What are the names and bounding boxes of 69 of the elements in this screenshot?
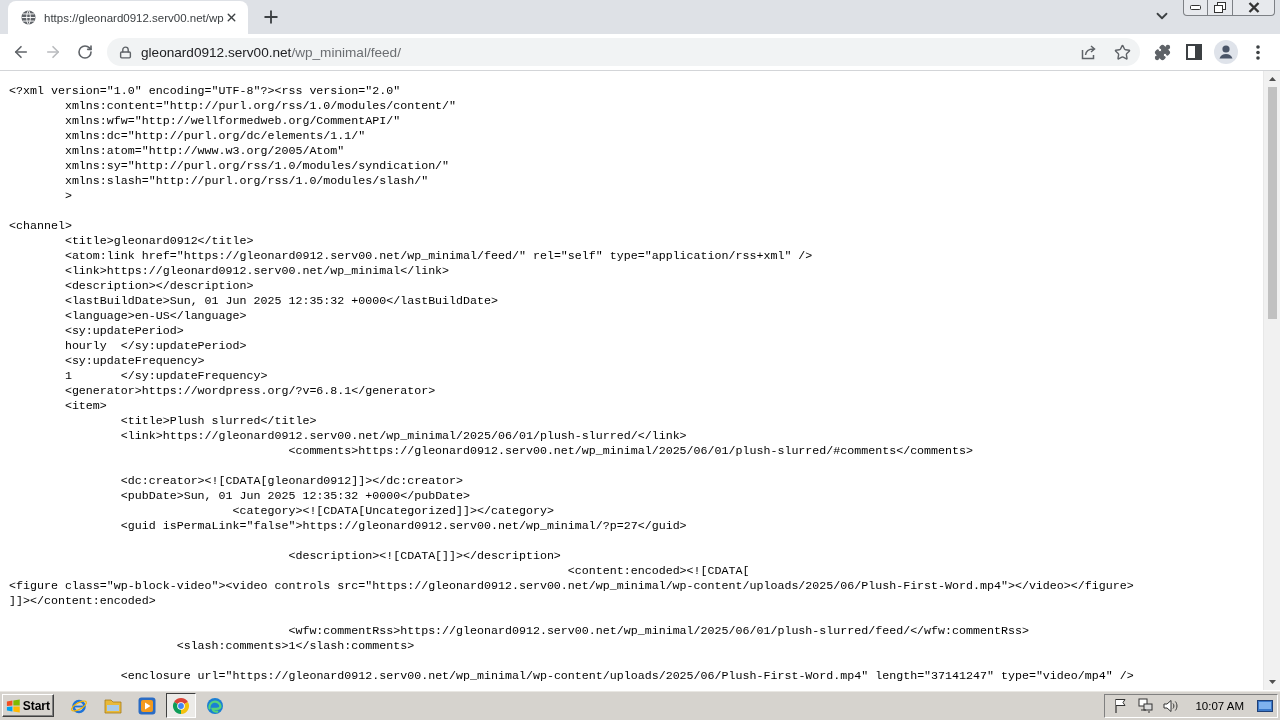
source-line: <comments>https://gleonard0912.serv00.net/wp_minimal/2025/06/01/plush-slurred/#comments</comments> [288,444,973,457]
play-icon [138,696,156,715]
source-line: xmlns:wfw="http://wellformedweb.org/CommentAPI/" [64,114,401,127]
source-line: <wfw:commentRss>https://gleonard0912.serv00.net/wp_minimal/2025/06/01/plush-slurred/feed/</wfw:commentRss> [288,624,1029,637]
source-line: <figure class="wp-block-video"><video controls src="https://gleonard0912.serv00.net/wp_minimal/wp-content/uploads/2025/06/Plush-First-Word.mp4"></video></figure> [9,579,1134,592]
wave-logo-icon [206,696,224,715]
source-line: hourly </sy:updatePeriod> [64,339,247,352]
side-panel-icon [1186,44,1202,60]
source-line: <sy:updateFrequency> [64,354,205,367]
taskbar-app-button[interactable] [166,693,196,718]
puzzle-icon [1153,43,1171,61]
source-line: <dc:creator><![CDATA[gleonard0912]]></dc:creator> [120,474,464,487]
source-line: <guid isPermaLink="false">https://gleonard0912.serv00.net/wp_minimal/?p=27</guid> [120,519,687,532]
plus-icon [261,7,281,27]
minimize-button[interactable] [1183,0,1208,16]
reload-icon [77,44,93,60]
source-line: <description><![CDATA[]]></description> [288,549,561,562]
star-icon [1113,43,1131,61]
source-line: <sy:updatePeriod> [64,324,184,337]
source-line: xmlns:slash="http://purl.org/rss/1.0/modules/slash/" [64,174,429,187]
ring-logo-icon [172,696,190,715]
source-line: <channel> [9,219,72,232]
restore-icon [1214,2,1226,13]
network-icon[interactable] [1137,696,1156,715]
minimize-icon [1190,5,1201,10]
profile-button[interactable] [1212,38,1240,66]
source-line: <?xml version="1.0" encoding="UTF-8"?><rss version="2.0" [9,84,401,97]
restore-button[interactable] [1208,0,1233,16]
start-button[interactable]: Start [2,694,54,717]
source-line: ]]></content:encoded> [9,594,156,607]
source-line: <pubDate>Sun, 01 Jun 2025 12:35:32 +0000</pubDate> [120,489,471,502]
source-line: <slash:comments>1</slash:comments> [176,639,415,652]
source-line: <lastBuildDate>Sun, 01 Jun 2025 12:35:32 +0000</lastBuildDate> [64,294,498,307]
menu-icon [1256,44,1260,60]
source-line: <language>en-US</language> [64,309,247,322]
windows-flag-icon [6,697,21,714]
scrollbar[interactable] [1263,71,1280,690]
source-line: <enclosure url="https://gleonard0912.serv00.net/wp_minimal/wp-content/uploads/2025/06/Plush-First-Word.mp4" length="37141247" type="video/mp4" /> [120,669,1134,682]
close-icon [1247,2,1260,13]
source-line: <description></description> [64,279,254,292]
source-line: <category><![CDATA[Uncategorized]]></category> [232,504,554,517]
show-desktop-icon[interactable] [1257,699,1273,712]
source-line: xmlns:atom="http://www.w3.org/2005/Atom" [64,144,345,157]
source-line: <link>https://gleonard0912.serv00.net/wp_minimal/2025/06/01/plush-slurred/</link> [120,429,687,442]
source-line: <title>gleonard0912</title> [64,234,254,247]
globe-icon [21,10,36,25]
source-line: 1 </sy:updateFrequency> [64,369,268,382]
address-field[interactable]: gleonard0912.serv00.net/wp_minimal/feed/ [107,38,1140,66]
clock: 10:07 AM [1195,699,1244,712]
source-line: <content:encoded><![CDATA[ [567,564,750,577]
folder-icon [104,697,122,714]
browser-tab[interactable]: https://gleonard0912.serv00.net/wp [8,1,248,34]
share-icon [1081,44,1097,60]
source-line: xmlns:sy="http://purl.org/rss/1.0/modules/syndication/" [64,159,450,172]
source-line: <item> [64,399,107,412]
triangle-down-icon [1268,680,1276,684]
source-line: xmlns:dc="http://purl.org/dc/elements/1.1/" [64,129,366,142]
source-line: xmlns:content="http://purl.org/rss/1.0/modules/content/" [64,99,457,112]
scrollbar-thumb[interactable] [1267,87,1277,319]
source-line: > [64,189,72,202]
source-line: <atom:link href="https://gleonard0912.serv00.net/wp_minimal/feed/" rel="self" type="application/rss+xml" /> [64,249,813,262]
source-line: <generator>https://wordpress.org/?v=6.8.1</generator> [64,384,436,397]
close-window-button[interactable] [1233,0,1275,16]
source-line: <title>Plush slurred</title> [120,414,317,427]
source-line: <link>https://gleonard0912.serv00.net/wp_minimal</link> [64,264,450,277]
avatar-icon [1214,40,1238,64]
arrow-right-icon [44,43,62,61]
lock-icon [119,45,132,59]
triangle-up-icon [1268,77,1276,81]
